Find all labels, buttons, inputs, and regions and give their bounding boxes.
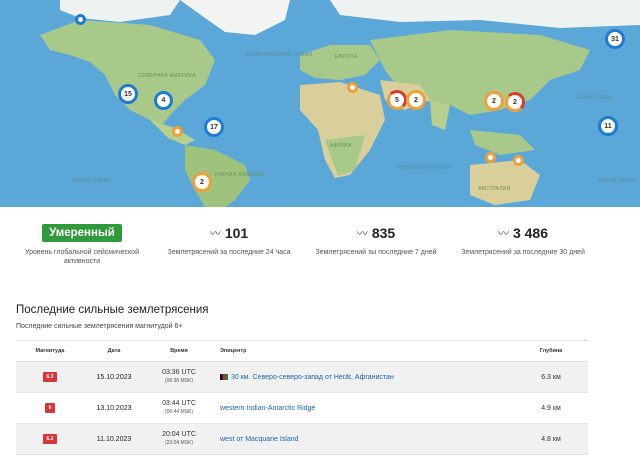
table-row[interactable]: 6.3 15.10.2023 03:36 UTC (06:36 MSK) 30 … (16, 362, 588, 393)
epicenter-link[interactable]: 30 км. Северо-северо-запад от Herāt, Афг… (231, 374, 394, 381)
activity-stats: Умеренный Уровень глобальной сейсмическо… (0, 222, 640, 272)
map-label-europe: Европа (335, 54, 358, 60)
quake-dot[interactable] (172, 126, 183, 137)
magnitude-badge: 6 (44, 403, 56, 413)
table-row[interactable]: 6 13.10.2023 03:44 UTC (06:44 MSK) weste… (16, 393, 588, 424)
world-map[interactable]: Северная Америка Южная Америка Атлантиче… (0, 0, 640, 207)
row-depth: 4.8 км (541, 435, 561, 443)
time-utc: 20:04 UTC (162, 431, 196, 438)
stat-7d-caption: Землетрясений зы последние 7 дней (315, 249, 437, 256)
cluster-india[interactable]: 2 (406, 90, 426, 110)
map-label-australia: Австралия (478, 186, 511, 192)
stat-activity-level: Умеренный Уровень глобальной сейсмическо… (7, 222, 157, 266)
table-header: Магнитуда Дата Время Эпицентр Глубина (16, 340, 588, 362)
row-date: 15.10.2023 (96, 373, 132, 381)
cluster-mexico[interactable]: 4 (154, 91, 173, 110)
stat-30d-caption: Землетрясений за последние 30 дней (461, 249, 585, 256)
row-date: 13.10.2023 (96, 404, 132, 412)
recent-quakes-table: Магнитуда Дата Время Эпицентр Глубина 6.… (16, 340, 588, 455)
recent-title: Последние сильные землетрясения (16, 304, 209, 316)
stat-24h-caption: Землетрясений за последние 24 часа (167, 249, 291, 256)
header-date: Дата (107, 348, 121, 354)
row-time: 03:36 UTC (06:36 MSK) (144, 369, 214, 385)
header-depth: Глубина (539, 348, 563, 354)
map-label-north-america: Северная Америка (138, 73, 196, 79)
header-magnitude: Магнитуда (35, 348, 65, 354)
map-label-pacific-ne: Тихий океан (575, 95, 614, 101)
stat-30d: 〰 3 486 Землетрясений за последние 30 дн… (448, 222, 598, 257)
cluster-hawaii[interactable]: 11 (598, 116, 618, 136)
time-msk: (06:44 MSK) (164, 409, 194, 415)
cluster-japan-2[interactable]: 2 (505, 92, 525, 112)
map-label-africa: Африка (330, 143, 352, 149)
activity-level-badge: Умеренный (42, 224, 122, 242)
activity-level-caption: Уровень глобальной сейсмической активнос… (25, 249, 139, 265)
header-epicenter: Эпицентр (220, 348, 247, 354)
magnitude-badge: 6.3 (42, 372, 58, 382)
seismograph-icon: 〰 (497, 228, 509, 240)
stat-7d: 〰 835 Землетрясений зы последние 7 дней (301, 222, 451, 257)
row-time: 20:04 UTC (23:04 MSK) (144, 431, 214, 447)
stat-7d-value: 835 (371, 225, 396, 241)
time-utc: 03:36 UTC (162, 369, 196, 376)
seismograph-icon: 〰 (209, 228, 221, 240)
cluster-japan-1[interactable]: 2 (484, 91, 504, 111)
quake-dot[interactable] (75, 14, 86, 25)
cluster-afghanistan[interactable]: 5 (387, 90, 407, 110)
cluster-caribbean[interactable]: 17 (204, 117, 224, 137)
quake-dot[interactable] (513, 155, 524, 166)
map-land-shapes (40, 0, 640, 207)
map-label-pacific-se: Тихий океан (598, 178, 637, 184)
quake-dot[interactable] (485, 152, 496, 163)
quake-dot[interactable] (347, 82, 358, 93)
row-depth: 6.3 км (541, 373, 561, 381)
map-label-south-america: Южная Америка (215, 172, 265, 178)
row-date: 11.10.2023 (96, 435, 132, 443)
stat-30d-value: 3 486 (512, 225, 549, 241)
cluster-alaska[interactable]: 31 (605, 29, 625, 49)
epicenter-link[interactable]: west от Macquarie Island (220, 436, 299, 443)
recent-subtitle: Последние сильные землетрясения магнитуд… (16, 323, 183, 330)
epicenter-link[interactable]: western Indian-Antarctic Ridge (220, 405, 315, 412)
time-msk: (06:36 MSK) (164, 378, 194, 384)
seismograph-icon: 〰 (356, 228, 368, 240)
time-utc: 03:44 UTC (162, 400, 196, 407)
time-msk: (23:04 MSK) (164, 440, 194, 446)
cluster-na-west[interactable]: 15 (118, 84, 138, 104)
map-label-atlantic: Атлантический океан (245, 52, 313, 58)
afghanistan-flag-icon (220, 373, 228, 380)
row-time: 03:44 UTC (06:44 MSK) (144, 400, 214, 416)
stat-24h-value: 101 (224, 225, 249, 241)
map-label-indian-ocean: Индийский океан (397, 165, 452, 171)
header-time: Время (170, 348, 188, 354)
table-row[interactable]: 6.2 11.10.2023 20:04 UTC (23:04 MSK) wes… (16, 424, 588, 455)
map-label-pacific-sw: Тихий океан (72, 178, 111, 184)
cluster-peru[interactable]: 2 (192, 172, 212, 192)
row-depth: 4.9 км (541, 404, 561, 412)
magnitude-badge: 6.2 (42, 434, 58, 444)
stat-24h: 〰 101 Землетрясений за последние 24 часа (154, 222, 304, 257)
